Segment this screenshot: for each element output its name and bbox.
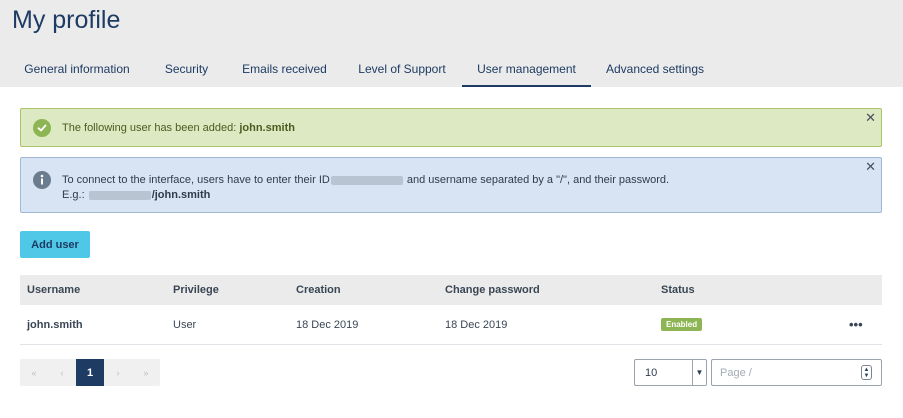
table-header: Username Privilege Creation Change passw…	[20, 275, 882, 305]
chevron-down-icon: ▼	[692, 360, 706, 385]
add-user-button[interactable]: Add user	[20, 231, 90, 258]
close-icon[interactable]: ✕	[865, 160, 876, 173]
check-circle-icon	[33, 119, 51, 137]
row-privilege: User	[173, 318, 197, 331]
more-actions-icon[interactable]: •••	[849, 317, 863, 332]
page-1-button[interactable]: 1	[76, 359, 104, 386]
page-size-value: 10	[645, 367, 658, 379]
info-line-2: E.g.: /john.smith	[62, 188, 669, 203]
users-table: Username Privilege Creation Change passw…	[20, 275, 882, 345]
page-title: My profile	[12, 6, 121, 34]
header-creation[interactable]: Creation	[296, 275, 341, 305]
added-username: john.smith	[239, 122, 295, 134]
status-badge: Enabled	[661, 318, 703, 331]
prev-page-button[interactable]: ‹	[48, 359, 76, 386]
header-change-password[interactable]: Change password	[445, 275, 540, 305]
row-creation: 18 Dec 2019	[296, 318, 359, 331]
success-text: The following user has been added:	[62, 122, 240, 134]
profile-tabs: General information Security Emails rece…	[0, 55, 903, 87]
success-message: The following user has been added: john.…	[62, 122, 295, 134]
close-icon[interactable]: ✕	[865, 111, 876, 124]
redacted-id-example	[88, 190, 151, 200]
info-line-1: To connect to the interface, users have …	[62, 173, 669, 188]
row-username: john.smith	[27, 318, 83, 331]
example-prefix: E.g.:	[62, 189, 88, 201]
info-alert: To connect to the interface, users have …	[20, 157, 882, 213]
page-number-input[interactable]	[711, 359, 882, 386]
page-size-select[interactable]: 10 ▼	[634, 359, 707, 386]
pagination: « ‹ 1 › »	[20, 359, 160, 386]
info-text-b: and username separated by a "/", and the…	[403, 174, 670, 186]
success-alert: The following user has been added: john.…	[20, 108, 882, 147]
tab-emails-received[interactable]: Emails received	[236, 55, 333, 87]
info-text-a: To connect to the interface, users have …	[62, 174, 330, 186]
header-privilege[interactable]: Privilege	[173, 275, 219, 305]
info-circle-icon	[33, 171, 51, 189]
header-status[interactable]: Status	[661, 275, 695, 305]
table-row: john.smith User 18 Dec 2019 18 Dec 2019 …	[20, 305, 882, 345]
page-header: My profile General information Security …	[0, 0, 903, 87]
redacted-id	[330, 175, 403, 185]
next-page-button[interactable]: ›	[104, 359, 132, 386]
tab-general-information[interactable]: General information	[14, 55, 140, 87]
row-change-password: 18 Dec 2019	[445, 318, 508, 331]
header-username[interactable]: Username	[27, 275, 80, 305]
tab-user-management[interactable]: User management	[462, 55, 591, 87]
tab-advanced-settings[interactable]: Advanced settings	[600, 55, 710, 87]
example-username: /john.smith	[151, 189, 211, 201]
info-message: To connect to the interface, users have …	[62, 173, 669, 203]
first-page-button[interactable]: «	[20, 359, 48, 386]
row-actions: •••	[849, 305, 863, 344]
tab-level-of-support[interactable]: Level of Support	[350, 55, 454, 87]
row-status: Enabled	[661, 305, 703, 344]
last-page-button[interactable]: »	[132, 359, 160, 386]
stepper-icon[interactable]: ▲ ▼	[861, 365, 872, 380]
tab-security[interactable]: Security	[155, 55, 218, 87]
